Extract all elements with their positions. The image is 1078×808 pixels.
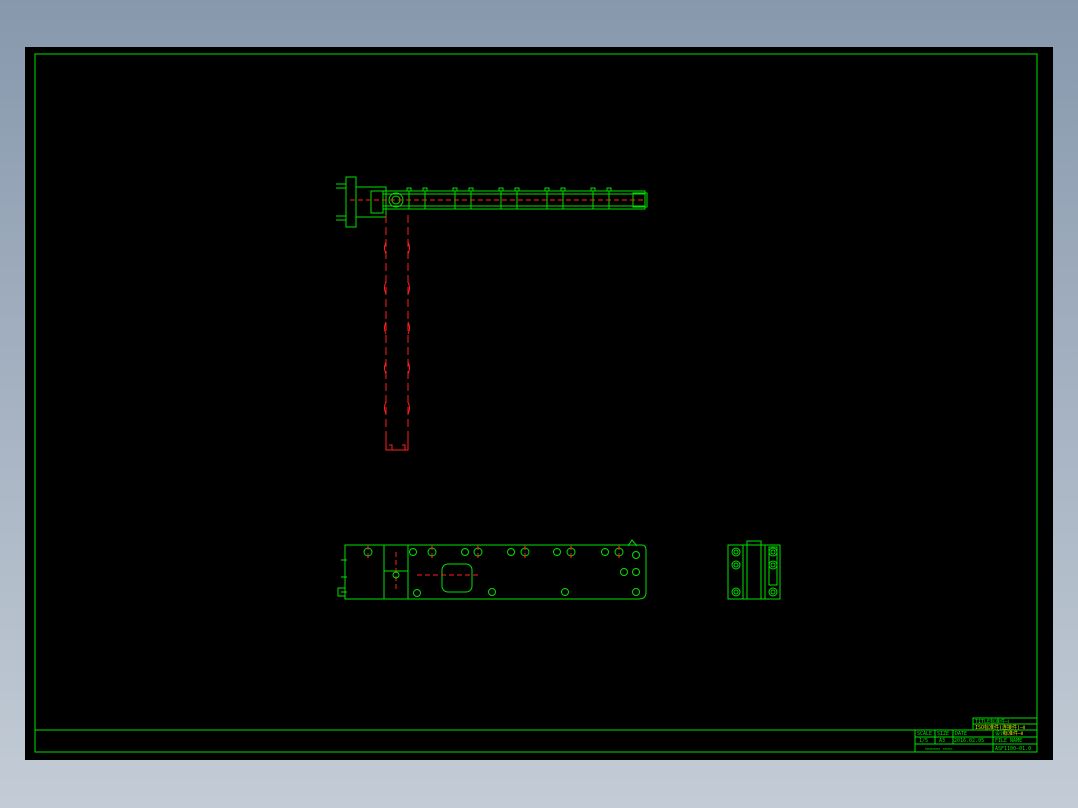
size-value: A3	[939, 738, 945, 744]
title-2: ISO标准件(连接件)—Ⅱ	[975, 724, 1026, 731]
title-1: TITLE标准件—Ⅰ	[975, 718, 1010, 725]
drawn-value: 标准件—Ⅱ	[1003, 730, 1023, 737]
cad-viewport[interactable]: TITLE标准件—Ⅰ ISO标准件(连接件)—Ⅱ SCALE 1/5 SIZE …	[25, 47, 1053, 760]
outer-frame	[34, 53, 1038, 753]
size-label: SIZE	[937, 731, 949, 737]
company-name: ▭▭▭▭▭ ▭▭▭	[925, 746, 952, 752]
file-label: FILE NAME	[995, 738, 1022, 744]
top-view	[336, 176, 648, 228]
side-view	[727, 540, 781, 600]
date-label: DATE	[955, 731, 967, 737]
scale-label: SCALE	[917, 731, 932, 737]
file-value: ASF1100—01.0	[995, 746, 1031, 752]
front-view	[337, 539, 647, 600]
hidden-chain-view	[384, 215, 410, 451]
title-block: TITLE标准件—Ⅰ ISO标准件(连接件)—Ⅱ SCALE 1/5 SIZE …	[914, 717, 1038, 753]
date-value: 2016.02.05	[954, 738, 984, 744]
scale-value: 1/5	[919, 738, 928, 744]
drawing-sheet: TITLE标准件—Ⅰ ISO标准件(连接件)—Ⅱ SCALE 1/5 SIZE …	[34, 53, 1038, 753]
